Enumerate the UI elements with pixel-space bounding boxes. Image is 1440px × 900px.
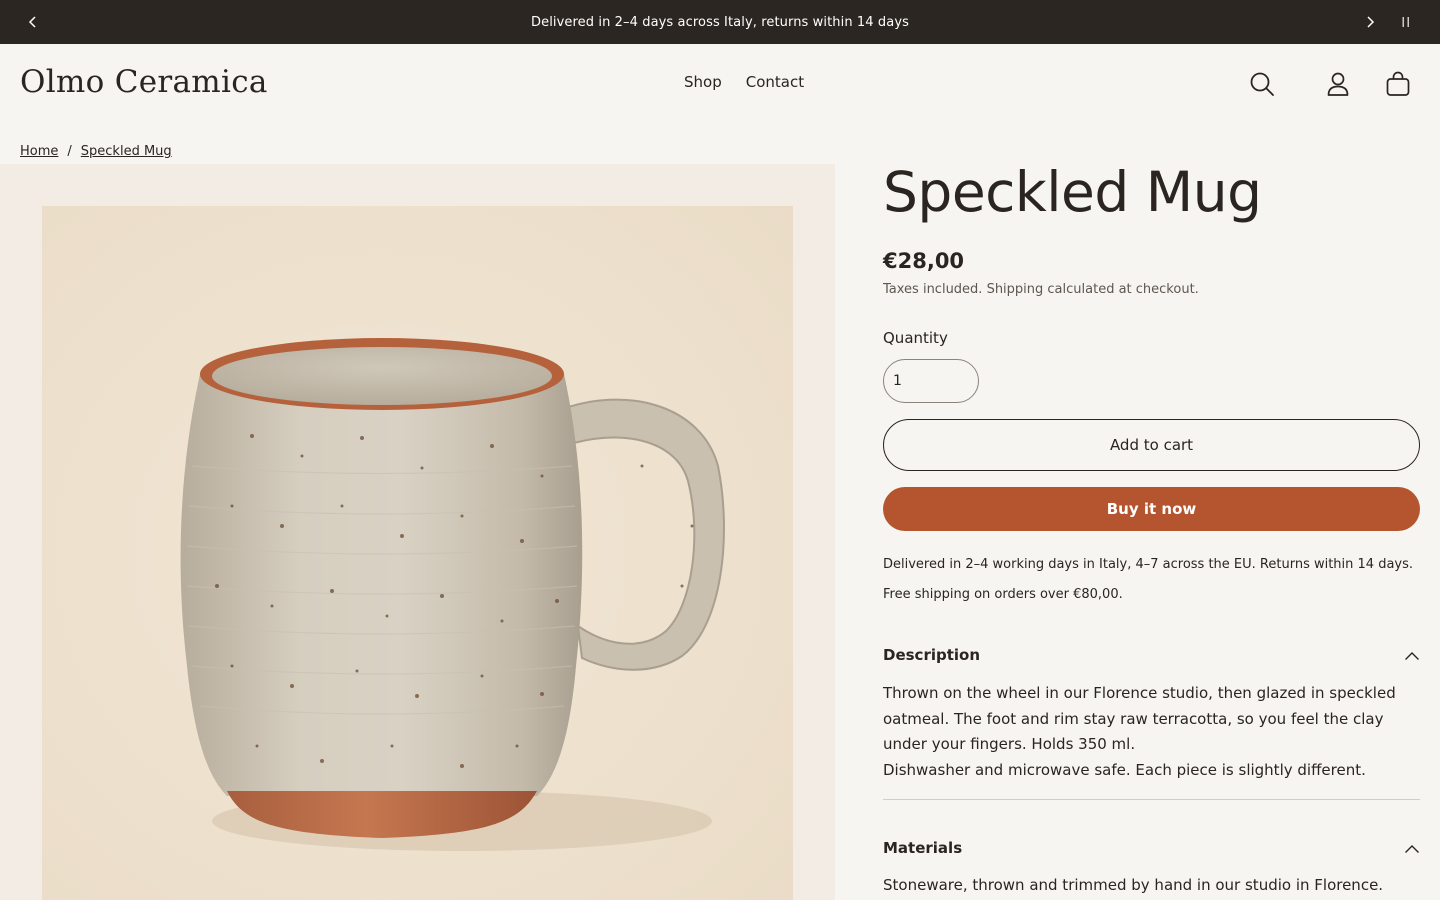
shipping-info: Delivered in 2–4 working days in Italy, …: [883, 557, 1414, 572]
breadcrumb-home[interactable]: Home: [20, 144, 58, 159]
announcement-text: Delivered in 2–4 days across Italy, retu…: [531, 14, 909, 30]
materials-line: Stoneware, thrown and trimmed by hand in…: [883, 876, 1384, 894]
product-price: €28,00: [883, 249, 965, 273]
search-icon[interactable]: [1248, 70, 1276, 98]
description-line: oatmeal. The foot and rim stay raw terra…: [883, 709, 1384, 728]
chevron-up-icon: [1404, 646, 1420, 665]
chevron-up-icon: [1404, 839, 1420, 858]
add-to-cart-button[interactable]: Add to cart: [883, 419, 1420, 471]
description-accordion-label: Description: [883, 646, 981, 664]
product-title: Speckled Mug: [883, 160, 1262, 224]
description-line: Dishwasher and microwave safe. Each piec…: [883, 760, 1366, 779]
store-logo[interactable]: Olmo Ceramica: [20, 64, 268, 100]
description-line: under your fingers. Holds 350 ml.: [883, 735, 1136, 753]
breadcrumb-separator: /: [67, 144, 72, 159]
breadcrumb: Home / Speckled Mug: [20, 144, 172, 159]
tax-note: Taxes included. Shipping calculated at c…: [883, 282, 1199, 297]
materials-accordion-header[interactable]: Materials: [883, 836, 1420, 860]
nav-shop[interactable]: Shop: [684, 73, 722, 91]
chevron-right-icon[interactable]: [1359, 11, 1381, 33]
description-line: Thrown on the wheel in our Florence stud…: [883, 684, 1396, 702]
main-nav: Shop Contact: [684, 73, 804, 91]
breadcrumb-current[interactable]: Speckled Mug: [81, 144, 172, 159]
accordion-divider: [883, 799, 1420, 800]
account-icon[interactable]: [1324, 70, 1352, 98]
buy-now-button[interactable]: Buy it now: [883, 487, 1420, 531]
description-text: Thrown on the wheel in our Florence stud…: [883, 681, 1420, 783]
announcement-bar: Delivered in 2–4 days across Italy, retu…: [0, 0, 1440, 44]
free-shipping-note: Free shipping on orders over €80,00.: [883, 587, 1123, 602]
materials-accordion-label: Materials: [883, 839, 963, 857]
quantity-input[interactable]: [883, 359, 979, 403]
description-accordion-header[interactable]: Description: [883, 643, 1420, 667]
product-image[interactable]: [42, 206, 793, 900]
nav-contact[interactable]: Contact: [746, 73, 804, 91]
materials-text: Stoneware, thrown and trimmed by hand in…: [883, 873, 1420, 899]
site-header: Olmo Ceramica Shop Contact: [0, 44, 1440, 124]
product-media: [0, 164, 835, 900]
cart-icon[interactable]: [1384, 70, 1412, 98]
pause-icon[interactable]: [1395, 11, 1417, 33]
quantity-label: Quantity: [883, 329, 948, 347]
